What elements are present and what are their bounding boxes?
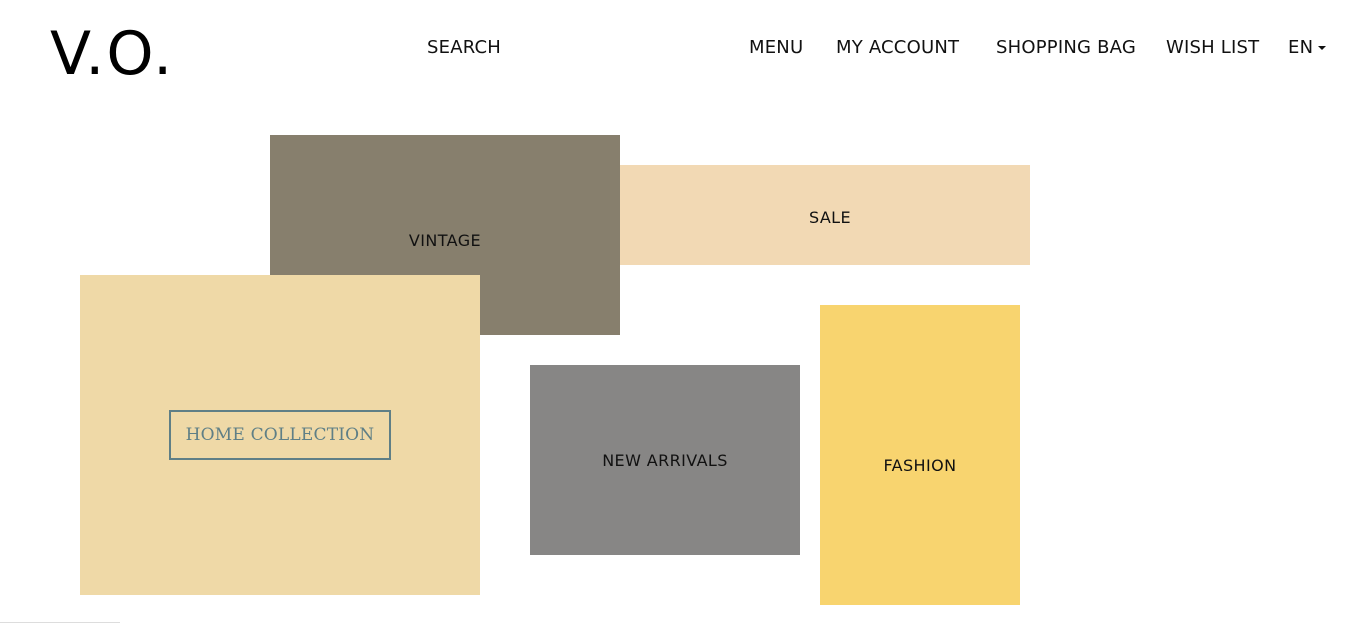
caret-down-icon bbox=[1318, 46, 1327, 50]
tile-sale-label: SALE bbox=[808, 207, 852, 227]
tile-vintage-label: VINTAGE bbox=[408, 231, 482, 250]
wish-list-link[interactable]: WISH LIST bbox=[1166, 37, 1259, 59]
tile-new-arrivals-label: NEW ARRIVALS bbox=[602, 450, 728, 470]
home-collection-button[interactable]: HOME COLLECTION bbox=[168, 410, 392, 460]
my-account-link[interactable]: MY ACCOUNT bbox=[836, 37, 959, 59]
tile-sale[interactable]: SALE bbox=[620, 165, 1030, 265]
page: V.O. SEARCH MENU MY ACCOUNT SHOPPING BAG… bbox=[0, 0, 1353, 626]
language-selector-label: EN bbox=[1288, 37, 1314, 58]
menu-link[interactable]: MENU bbox=[749, 37, 803, 59]
site-logo[interactable]: V.O. bbox=[50, 22, 174, 86]
divider bbox=[0, 622, 120, 623]
shopping-bag-link[interactable]: SHOPPING BAG bbox=[996, 37, 1136, 59]
tile-new-arrivals[interactable]: NEW ARRIVALS bbox=[530, 365, 800, 555]
search-link[interactable]: SEARCH bbox=[427, 37, 501, 59]
language-selector[interactable]: EN bbox=[1288, 37, 1327, 59]
tile-fashion-label: FASHION bbox=[883, 455, 957, 475]
tile-fashion[interactable]: FASHION bbox=[820, 305, 1020, 605]
tile-home-collection-label: HOME COLLECTION bbox=[185, 425, 375, 445]
tile-home-collection[interactable]: HOME COLLECTION bbox=[80, 275, 480, 595]
